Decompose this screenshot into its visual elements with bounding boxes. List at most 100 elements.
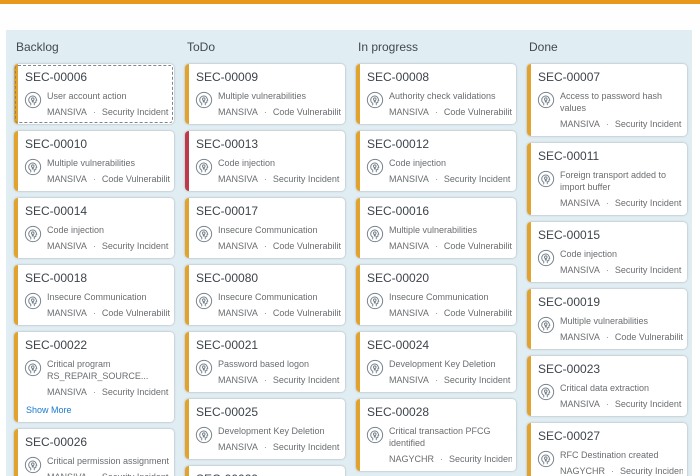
kanban-board: Backlog SEC-00006 User account action MA… xyxy=(6,30,692,476)
persona-idea-icon xyxy=(366,359,384,377)
kanban-card[interactable]: SEC-00026 Critical permission assignment… xyxy=(14,429,174,476)
kanban-card[interactable]: SEC-00022 Critical program RS_REPAIR_SOU… xyxy=(14,332,174,422)
kanban-card[interactable]: SEC-00018 Insecure Communication MANSIVA… xyxy=(14,265,174,325)
card-texts: Development Key Deletion MANSIVA · Secur… xyxy=(389,357,512,386)
card-owner: MANSIVA xyxy=(560,398,600,410)
kanban-card[interactable]: SEC-00011 Foreign transport added to imp… xyxy=(527,143,687,215)
card-texts: Development Key Deletion MANSIVA · Secur… xyxy=(218,424,341,453)
kanban-card[interactable]: SEC-00008 Authority check validations MA… xyxy=(356,64,516,124)
card-owner: MANSIVA xyxy=(218,106,258,118)
persona-idea-icon xyxy=(195,91,213,109)
card-body: Code injection MANSIVA · Security Incide… xyxy=(366,156,512,185)
kanban-card[interactable]: SEC-00006 User account action MANSIVA · … xyxy=(14,64,174,124)
card-list: SEC-00009 Multiple vulnerabilities MANSI… xyxy=(185,64,345,476)
kanban-card[interactable]: SEC-00009 Multiple vulnerabilities MANSI… xyxy=(185,64,345,124)
kanban-card[interactable]: SEC-00020 Insecure Communication MANSIVA… xyxy=(356,265,516,325)
kanban-card[interactable]: SEC-00013 Code injection MANSIVA · Secur… xyxy=(185,131,345,191)
card-body: Critical transaction PFCG identified NAG… xyxy=(366,424,512,465)
card-texts: Foreign transport added to import buffer… xyxy=(560,168,683,209)
card-separator: · xyxy=(435,173,438,185)
card-owner: MANSIVA xyxy=(389,173,429,185)
card-description: Access to password hash values xyxy=(560,90,683,114)
kanban-card[interactable]: SEC-00012 Code injection MANSIVA · Secur… xyxy=(356,131,516,191)
kanban-card[interactable]: SEC-00025 Development Key Deletion MANSI… xyxy=(185,399,345,459)
card-id: SEC-00018 xyxy=(25,272,170,284)
card-texts: Access to password hash values MANSIVA ·… xyxy=(560,89,683,130)
card-meta: MANSIVA · Security Incident xyxy=(218,441,341,453)
card-texts: Code injection MANSIVA · Security Incide… xyxy=(389,156,512,185)
card-separator: · xyxy=(606,331,609,343)
kanban-column-backlog: Backlog SEC-00006 User account action MA… xyxy=(14,36,174,476)
card-owner: MANSIVA xyxy=(47,471,87,476)
kanban-card[interactable]: SEC-00028 Critical transaction PFCG iden… xyxy=(356,399,516,471)
card-texts: Multiple vulnerabilities MANSIVA · Code … xyxy=(218,89,341,118)
card-separator: · xyxy=(93,106,96,118)
card-texts: Code injection MANSIVA · Security Incide… xyxy=(560,247,683,276)
persona-idea-icon xyxy=(537,383,555,401)
card-type: Security Incident xyxy=(615,197,682,209)
card-id: SEC-00017 xyxy=(196,205,341,217)
card-meta: MANSIVA · Code Vulnerability xyxy=(560,331,683,343)
card-separator: · xyxy=(440,453,443,465)
show-more-link[interactable]: Show More xyxy=(26,404,170,416)
card-owner: MANSIVA xyxy=(389,106,429,118)
card-separator: · xyxy=(435,240,438,252)
card-description: Code injection xyxy=(560,248,683,260)
card-description: Code injection xyxy=(389,157,512,169)
card-separator: · xyxy=(606,398,609,410)
card-meta: MANSIVA · Code Vulnerability xyxy=(389,240,512,252)
card-description: User account action xyxy=(47,90,170,102)
kanban-card[interactable]: SEC-00017 Insecure Communication MANSIVA… xyxy=(185,198,345,258)
card-description: Critical data extraction xyxy=(560,382,683,394)
persona-idea-icon xyxy=(195,426,213,444)
card-separator: · xyxy=(606,264,609,276)
card-id: SEC-00019 xyxy=(538,296,683,308)
card-description: Insecure Communication xyxy=(218,224,341,236)
card-texts: Authority check validations MANSIVA · Co… xyxy=(389,89,512,118)
kanban-card[interactable]: SEC-00029 xyxy=(185,466,345,476)
card-body: User account action MANSIVA · Security I… xyxy=(24,89,170,118)
card-id: SEC-00080 xyxy=(196,272,341,284)
kanban-card[interactable]: SEC-00080 Insecure Communication MANSIVA… xyxy=(185,265,345,325)
card-type: Security Incident xyxy=(102,471,169,476)
persona-idea-icon xyxy=(537,91,555,109)
kanban-card[interactable]: SEC-00024 Development Key Deletion MANSI… xyxy=(356,332,516,392)
kanban-card[interactable]: SEC-00019 Multiple vulnerabilities MANSI… xyxy=(527,289,687,349)
card-separator: · xyxy=(93,386,96,398)
card-body: Code injection MANSIVA · Security Incide… xyxy=(537,247,683,276)
card-texts: Critical data extraction MANSIVA · Secur… xyxy=(560,381,683,410)
persona-idea-icon xyxy=(537,450,555,468)
card-separator: · xyxy=(611,465,614,476)
column-title: ToDo xyxy=(187,40,345,54)
persona-idea-icon xyxy=(195,359,213,377)
persona-idea-icon xyxy=(366,91,384,109)
card-type: Security Incident xyxy=(615,264,682,276)
card-id: SEC-00014 xyxy=(25,205,170,217)
card-id: SEC-00011 xyxy=(538,150,683,162)
card-body: Code injection MANSIVA · Security Incide… xyxy=(195,156,341,185)
card-description: Critical program RS_REPAIR_SOURCE... xyxy=(47,358,170,382)
card-body: Authority check validations MANSIVA · Co… xyxy=(366,89,512,118)
kanban-card[interactable]: SEC-00014 Code injection MANSIVA · Secur… xyxy=(14,198,174,258)
card-body: Access to password hash values MANSIVA ·… xyxy=(537,89,683,130)
kanban-card[interactable]: SEC-00023 Critical data extraction MANSI… xyxy=(527,356,687,416)
card-separator: · xyxy=(93,307,96,319)
column-title: In progress xyxy=(358,40,516,54)
kanban-card[interactable]: SEC-00027 RFC Destination created NAGYCH… xyxy=(527,423,687,476)
card-id: SEC-00009 xyxy=(196,71,341,83)
card-type: Code Vulnerability xyxy=(444,106,512,118)
kanban-card[interactable]: SEC-00010 Multiple vulnerabilities MANSI… xyxy=(14,131,174,191)
persona-idea-icon xyxy=(195,158,213,176)
card-meta: MANSIVA · Security Incident xyxy=(218,374,341,386)
card-type: Code Vulnerability xyxy=(444,307,512,319)
card-id: SEC-00010 xyxy=(25,138,170,150)
card-meta: MANSIVA · Code Vulnerability xyxy=(218,240,341,252)
card-id: SEC-00021 xyxy=(196,339,341,351)
kanban-card[interactable]: SEC-00015 Code injection MANSIVA · Secur… xyxy=(527,222,687,282)
persona-idea-icon xyxy=(537,170,555,188)
kanban-card[interactable]: SEC-00016 Multiple vulnerabilities MANSI… xyxy=(356,198,516,258)
kanban-card[interactable]: SEC-00021 Password based logon MANSIVA ·… xyxy=(185,332,345,392)
kanban-card[interactable]: SEC-00007 Access to password hash values… xyxy=(527,64,687,136)
kanban-column-in-progress: In progress SEC-00008 Authority check va… xyxy=(356,36,516,476)
card-meta: NAGYCHR · Security Incident xyxy=(560,465,683,476)
